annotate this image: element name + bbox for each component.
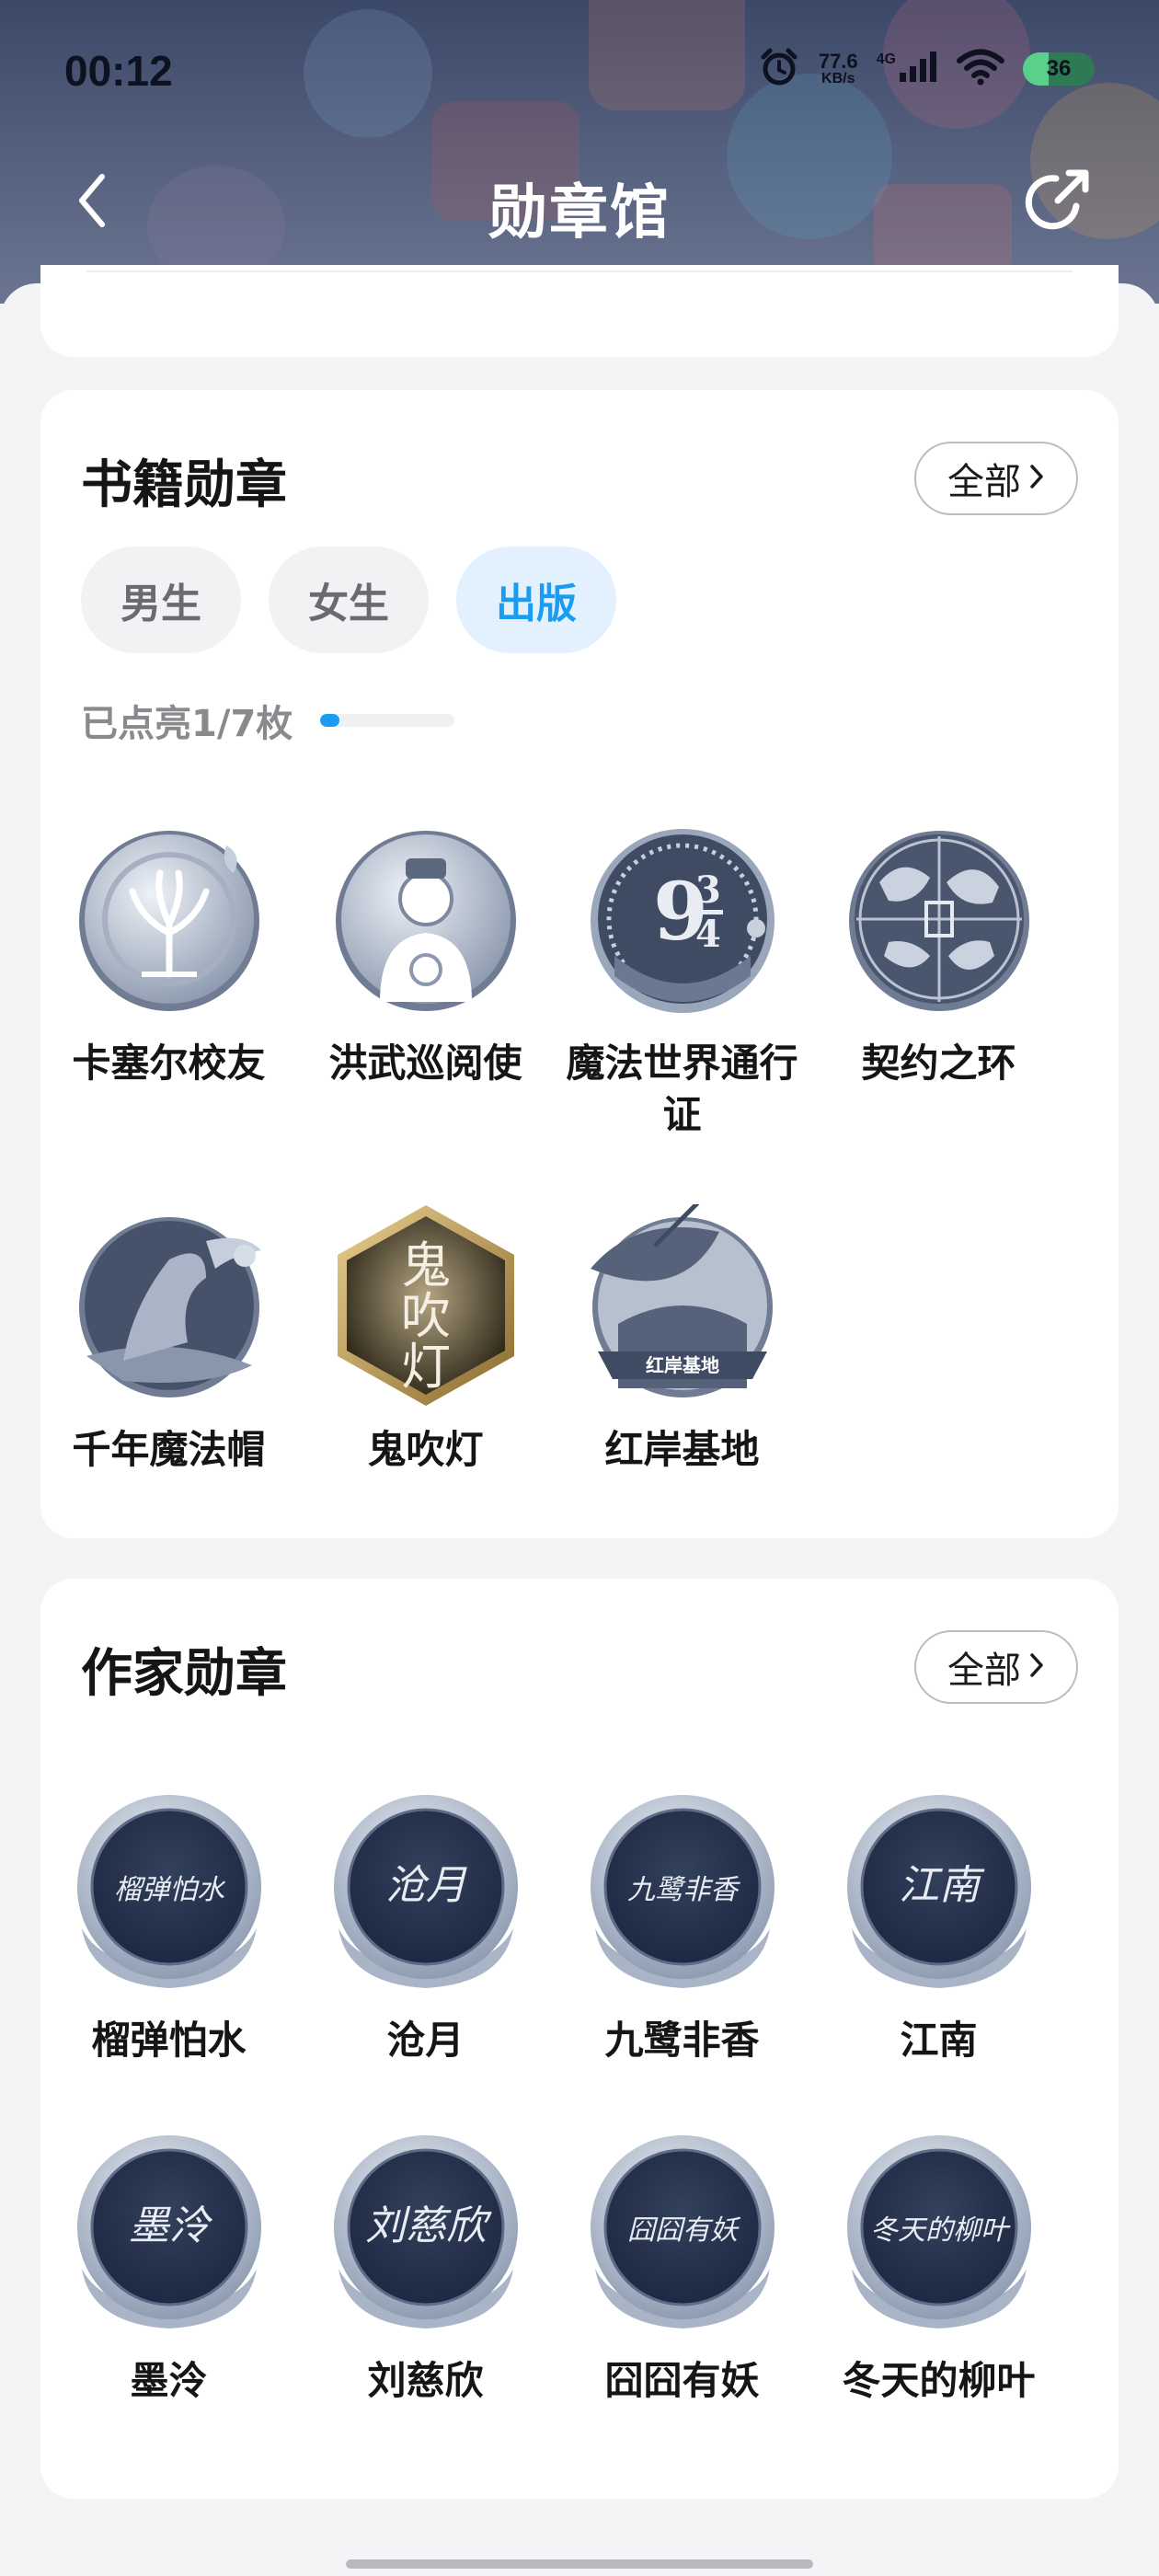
badge-name: 冬天的柳叶	[842, 2358, 1036, 2403]
battery-indicator: 36	[1023, 52, 1095, 86]
signature-text: 榴弹怕水	[114, 1874, 226, 1906]
chevron-right-icon	[1028, 457, 1045, 500]
home-indicator	[346, 2559, 813, 2569]
platform-nine-three-quarters-medal-icon: 9 3 4	[577, 813, 788, 1025]
battery-level: 36	[1046, 56, 1072, 81]
network-speed-value: 77.6	[818, 50, 858, 73]
background-decoration	[304, 9, 432, 138]
official-portrait-medal-icon	[320, 813, 532, 1025]
signature-medal-icon: 刘慈欣	[320, 2131, 532, 2342]
author-badge[interactable]: 榴弹怕水 榴弹怕水	[40, 1790, 297, 2066]
badge-name: 千年魔法帽	[72, 1427, 266, 1472]
book-badge[interactable]: 9 3 4 魔法世界通行证	[554, 813, 810, 1141]
view-all-label: 全部	[947, 1650, 1021, 1692]
share-icon	[1023, 166, 1093, 239]
badge-name: 墨泠	[130, 2358, 208, 2403]
author-badge[interactable]: 冬天的柳叶 冬天的柳叶	[810, 2131, 1067, 2407]
tab-published[interactable]: 出版	[456, 546, 616, 653]
svg-text:红岸基地: 红岸基地	[646, 1354, 719, 1376]
alarm-icon	[758, 46, 800, 92]
header: 00:12 77.6 KB/s 4G 36 勋章馆	[0, 0, 1159, 304]
signature-text: 九鹭非香	[627, 1874, 740, 1906]
wifi-icon	[957, 49, 1004, 89]
svg-text:吹: 吹	[401, 1287, 451, 1345]
author-badge[interactable]: 沧月 沧月	[297, 1790, 554, 2066]
book-badge[interactable]: 红岸基地 红岸基地	[554, 1200, 810, 1476]
author-badges-card: 作家勋章 全部 榴弹怕水 榴弹怕水 沧月 沧月 九鹭非香 九鹭非香 江南 江南 墨泠 墨泠 刘慈欣刘…	[40, 1579, 1119, 2499]
signature-medal-icon: 囧囧有妖	[577, 2131, 788, 2342]
badge-name: 魔法世界通行证	[566, 1041, 798, 1137]
badge-name: 洪武巡阅使	[328, 1041, 522, 1086]
book-badge[interactable]: 千年魔法帽	[40, 1200, 297, 1476]
previous-section-card	[40, 265, 1119, 357]
signature-medal-icon: 冬天的柳叶	[833, 2131, 1045, 2342]
author-badge[interactable]: 囧囧有妖 囧囧有妖	[554, 2131, 810, 2407]
status-time: 00:12	[64, 47, 173, 95]
ghost-lamp-hexagon-medal-icon: 鬼 吹 灯	[320, 1200, 532, 1411]
progress-bar-fill	[320, 714, 340, 727]
author-badge[interactable]: 墨泠 墨泠	[40, 2131, 297, 2407]
progress-bar	[320, 714, 455, 727]
book-badge[interactable]: 洪武巡阅使	[297, 813, 554, 1089]
tree-crest-medal-icon	[63, 813, 275, 1025]
progress-text: 已点亮1/7枚	[81, 703, 293, 745]
tab-female[interactable]: 女生	[269, 546, 429, 653]
signature-medal-icon: 九鹭非香	[577, 1790, 788, 2002]
author-badge[interactable]: 江南 江南	[810, 1790, 1067, 2066]
svg-text:鬼: 鬼	[401, 1236, 451, 1294]
signature-text: 囧囧有妖	[627, 2214, 741, 2247]
author-badge[interactable]: 九鹭非香 九鹭非香	[554, 1790, 810, 2066]
book-badge[interactable]: 鬼 吹 灯 鬼吹灯	[297, 1200, 554, 1476]
status-icons: 77.6 KB/s 4G 36	[758, 37, 1095, 101]
book-badge[interactable]: 卡塞尔校友	[40, 813, 297, 1089]
network-type: 4G	[876, 52, 896, 67]
view-all-button[interactable]: 全部	[914, 442, 1078, 515]
badge-name: 契约之环	[861, 1041, 1016, 1086]
book-badge[interactable]: 契约之环	[810, 813, 1067, 1089]
signature-medal-icon: 江南	[833, 1790, 1045, 2002]
chevron-right-icon	[1028, 1646, 1045, 1688]
badge-name: 九鹭非香	[604, 2018, 760, 2063]
unlock-progress: 已点亮1/7枚	[81, 694, 455, 747]
svg-text:4: 4	[695, 913, 721, 956]
author-badge[interactable]: 刘慈欣 刘慈欣	[297, 2131, 554, 2407]
signature-text: 刘慈欣	[365, 2202, 492, 2249]
svg-text:灯: 灯	[401, 1338, 451, 1396]
signature-medal-icon: 墨泠	[63, 2131, 275, 2342]
signature-text: 江南	[899, 1862, 985, 1909]
badge-name: 刘慈欣	[367, 2358, 484, 2403]
beast-ring-medal-icon	[833, 813, 1045, 1025]
badge-name: 榴弹怕水	[91, 2018, 247, 2063]
background-decoration	[589, 0, 745, 110]
wizard-hat-medal-icon	[63, 1200, 275, 1411]
svg-text:3: 3	[695, 868, 721, 912]
section-title: 作家勋章	[81, 1644, 287, 1704]
signature-text: 沧月	[385, 1862, 467, 1909]
network-speed: 77.6 KB/s	[819, 52, 858, 86]
badge-name: 囧囧有妖	[604, 2358, 760, 2403]
signature-medal-icon: 榴弹怕水	[63, 1790, 275, 2002]
badge-name: 红岸基地	[604, 1427, 760, 1472]
network-speed-unit: KB/s	[821, 71, 855, 86]
tab-male[interactable]: 男生	[81, 546, 241, 653]
category-tabs: 男生 女生 出版	[81, 546, 616, 653]
cellular-signal-icon	[898, 51, 938, 87]
signature-text: 冬天的柳叶	[870, 2214, 1011, 2247]
view-all-button[interactable]: 全部	[914, 1630, 1078, 1704]
signature-medal-icon: 沧月	[320, 1790, 532, 2002]
book-badges-card: 书籍勋章 全部 男生 女生 出版 已点亮1/7枚 卡塞尔校友 洪武巡阅使 9 3…	[40, 390, 1119, 1538]
section-title: 书籍勋章	[81, 455, 287, 515]
badge-name: 卡塞尔校友	[72, 1041, 266, 1086]
content-area: 书籍勋章 全部 男生 女生 出版 已点亮1/7枚 卡塞尔校友 洪武巡阅使 9 3…	[0, 265, 1159, 2576]
badge-name: 鬼吹灯	[367, 1427, 484, 1472]
page-title: 勋章馆	[488, 179, 671, 247]
view-all-label: 全部	[947, 461, 1021, 503]
radar-dish-medal-icon: 红岸基地	[577, 1200, 788, 1411]
badge-name: 沧月	[386, 2018, 465, 2063]
share-button[interactable]	[1021, 166, 1095, 239]
signature-text: 墨泠	[129, 2202, 213, 2249]
badge-name: 江南	[900, 2018, 978, 2063]
